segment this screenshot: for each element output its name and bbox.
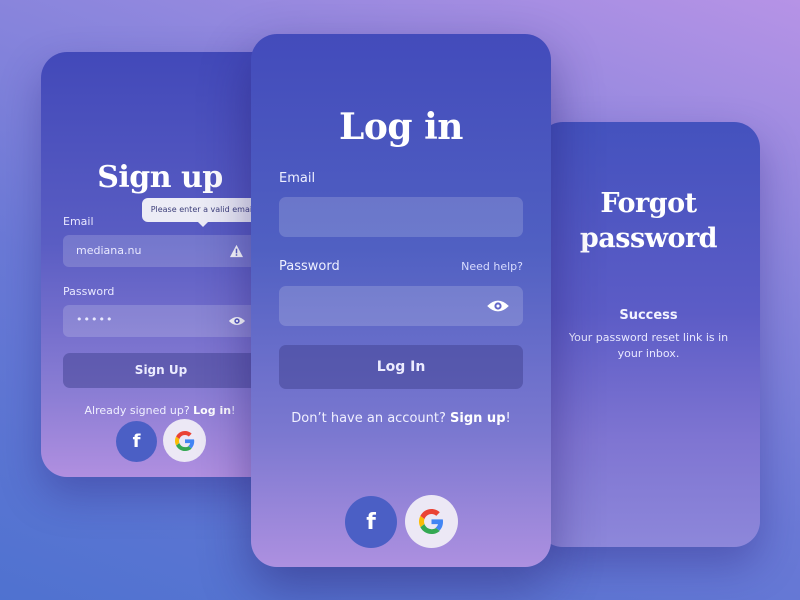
facebook-icon: f <box>132 431 141 452</box>
signup-card: Sign up Please enter a valid email Email… <box>41 52 279 477</box>
login-link[interactable]: Log in <box>193 404 231 417</box>
signup-password-label: Password <box>63 285 115 298</box>
google-icon <box>174 430 194 451</box>
signup-prompt-end: ! <box>231 404 236 417</box>
signup-link[interactable]: Sign up <box>450 411 505 426</box>
login-signup-prompt: Don’t have an account? Sign up! <box>251 411 551 426</box>
signup-button[interactable]: Sign Up <box>63 353 259 388</box>
login-prompt-text: Don’t have an account? <box>291 411 451 426</box>
facebook-button[interactable]: f <box>345 496 397 548</box>
warning-icon <box>229 244 244 258</box>
google-button[interactable] <box>163 419 206 462</box>
login-card: Log in Email Password Need help? Log In … <box>251 34 551 567</box>
signup-email-label: Email <box>63 215 94 228</box>
signup-login-prompt: Already signed up? Log in! <box>41 404 279 417</box>
success-message: Your password reset link is in your inbo… <box>568 331 729 360</box>
login-email-field[interactable] <box>279 197 523 237</box>
forgot-password-card: Forgot password Success Your password re… <box>537 122 760 547</box>
facebook-icon: f <box>366 509 376 535</box>
login-password-field[interactable] <box>279 286 523 326</box>
signup-password-value: ••••• <box>76 313 114 326</box>
signup-title: Sign up <box>97 160 223 195</box>
login-email-label: Email <box>279 171 316 186</box>
google-icon <box>419 509 444 534</box>
eye-icon[interactable] <box>228 315 246 327</box>
signup-prompt-text: Already signed up? <box>84 404 194 417</box>
signup-password-field[interactable]: ••••• <box>63 305 259 337</box>
need-help-link[interactable]: Need help? <box>461 260 523 273</box>
login-prompt-end: ! <box>505 411 511 426</box>
success-heading: Success <box>619 308 678 323</box>
login-title: Log in <box>339 106 463 148</box>
signup-email-value: mediana.nu <box>76 244 142 257</box>
eye-icon[interactable] <box>486 298 510 314</box>
facebook-button[interactable]: f <box>116 421 157 462</box>
signup-email-field[interactable]: mediana.nu <box>63 235 259 267</box>
forgot-title-line2: password <box>579 223 718 254</box>
google-button[interactable] <box>405 495 458 548</box>
login-button[interactable]: Log In <box>279 345 523 389</box>
forgot-title-line1: Forgot <box>600 188 697 219</box>
forgot-title: Forgot password <box>537 186 760 256</box>
login-password-label: Password <box>279 259 340 274</box>
email-error-tooltip: Please enter a valid email <box>142 198 263 227</box>
